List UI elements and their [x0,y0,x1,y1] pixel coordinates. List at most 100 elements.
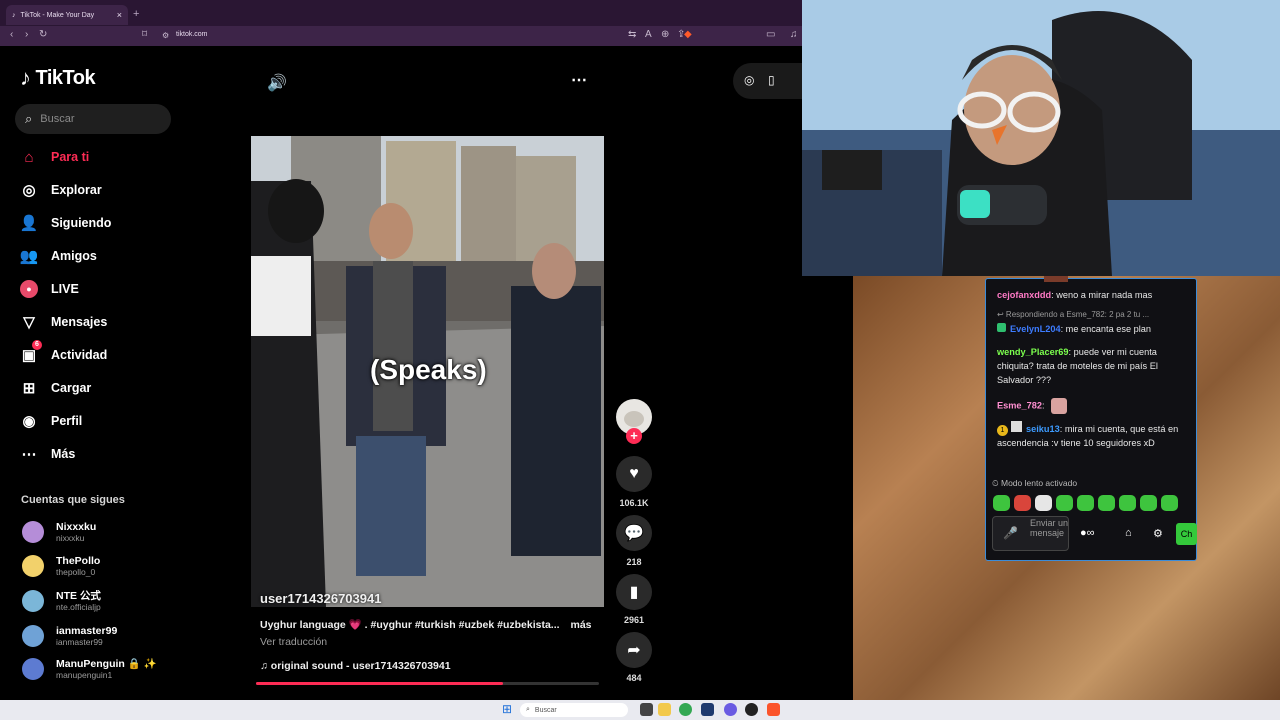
video-username-overlay[interactable]: user1714326703941 [260,591,381,606]
site-info-icon[interactable]: ⚙ [162,31,169,40]
nav-item[interactable]: 👤 Siguiendo [20,210,170,236]
translate-link[interactable]: Ver traducción [260,636,327,648]
translate-icon[interactable]: ⇆ [628,29,636,40]
chat-text: : me encanta ese plan [1060,324,1151,334]
microphone-icon[interactable]: 🎤 [1003,526,1018,540]
followed-account[interactable]: ManuPenguin 🔒 ✨ manupenguin1 [22,654,182,684]
search-icon: ⌕ [25,111,33,126]
followed-account[interactable]: Nixxxku nixxxku [22,517,182,547]
comment-button[interactable]: 💬 [616,515,652,551]
forward-icon[interactable]: › [25,29,28,40]
following-title: Cuentas que sigues [21,494,125,506]
volume-icon[interactable]: 🔊 [267,73,287,93]
nav-item[interactable]: ▣ Actividad 6 [20,340,170,368]
chat-send-button[interactable]: Ch [1176,523,1197,545]
emote-icon[interactable] [1098,495,1115,511]
discord-icon[interactable] [724,703,737,716]
obs-icon[interactable] [745,703,758,716]
nav-item[interactable]: ⋯ Más [20,441,170,467]
chrome-icon[interactable] [679,703,692,716]
account-name: ianmaster99 [56,624,118,637]
emote-icon[interactable] [1035,495,1052,511]
chat-username[interactable]: EvelynL204 [1010,324,1061,334]
nav-item[interactable]: ◎ Explorar [20,177,170,203]
nav-label: Perfil [51,414,83,428]
sidebar-toggle-icon[interactable]: ▭ [766,29,775,40]
avatar [22,658,44,680]
emote-icon[interactable] [1161,495,1178,511]
like-button[interactable]: ♥ [616,456,652,492]
search-input[interactable]: ⌕ Buscar [15,104,171,134]
nav-label: Para ti [51,150,90,164]
emote-icon[interactable] [1077,495,1094,511]
reload-icon[interactable]: ↻ [39,29,47,40]
task-view-icon[interactable] [640,703,653,716]
emote-row [993,495,1183,513]
emote-icon[interactable] [1140,495,1157,511]
account-text: NTE 公式 nte.officialjp [56,590,101,612]
nav-item[interactable]: ● LIVE [20,276,170,302]
chat-username[interactable]: wendy_Placer69 [997,347,1069,357]
points-icon[interactable]: ●∞ [1080,527,1095,539]
avatar [22,590,44,612]
explore-mode-icon[interactable]: ◎ [744,73,754,87]
account-text: ManuPenguin 🔒 ✨ manupenguin1 [56,658,157,680]
more-link[interactable]: más [570,619,591,631]
back-icon[interactable]: ‹ [10,29,13,40]
emote-icon[interactable] [1056,495,1073,511]
emote-icon[interactable] [1119,495,1136,511]
chat-username[interactable]: seiku13 [1026,424,1060,434]
followed-account[interactable]: ThePollo thepollo_0 [22,551,182,581]
settings-gear-icon[interactable]: ⚙ [1153,527,1163,540]
webcam-overlay [802,0,1280,276]
nav-item[interactable]: ▽ Mensajes [20,309,170,335]
account-handle: manupenguin1 [56,669,113,680]
avatar [22,555,44,577]
account-name: ThePollo [56,554,101,567]
brave-icon[interactable] [767,703,780,716]
chat-username[interactable]: cejofanxddd [997,290,1051,300]
nav-item[interactable]: ◉ Perfil [20,408,170,434]
photoshop-icon[interactable] [701,703,714,716]
nav-label: Más [51,447,76,461]
chat-input-placeholder: Enviar un mensaje [1030,518,1069,538]
new-tab-button[interactable]: + [133,8,139,20]
browser-tab[interactable]: ♪ TikTok - Make Your Day × [6,5,128,25]
windows-start-icon[interactable]: ⊞ [502,702,512,716]
followed-account[interactable]: ianmaster99 ianmaster99 [22,621,182,651]
followed-account[interactable]: NTE 公式 nte.officialjp [22,586,182,616]
share-button[interactable]: ➦ [616,632,652,668]
nav-item[interactable]: 👥 Amigos [20,243,170,269]
nav-item[interactable]: ⌂ Para ti [20,144,170,170]
taskbar-search[interactable]: ⌕ Buscar [520,703,628,717]
search-icon: ⌕ [526,706,530,713]
tiktok-logo-icon: ♪ [20,65,31,90]
nav-label: Mensajes [51,315,108,329]
music-icon[interactable]: ♫ [790,29,798,40]
nav-item[interactable]: ⊞ Cargar [20,375,170,401]
close-tab-icon[interactable]: × [117,10,122,20]
upload-icon: ⊞ [22,380,36,397]
emote-icon[interactable] [1014,495,1031,511]
url-text[interactable]: tiktok.com [176,31,208,38]
chat-text: : mira mi cuenta, que está en ascendenci… [997,424,1179,448]
emote-icon[interactable] [993,495,1010,511]
phone-mode-icon[interactable]: ▯ [768,73,775,87]
save-button[interactable]: ▮ [616,574,652,610]
account-handle: ianmaster99 [56,636,103,647]
zoom-icon[interactable]: ⊕ [661,29,669,40]
comment-icon: 💬 [624,525,644,542]
file-explorer-icon[interactable] [658,703,671,716]
nav-label: Cargar [51,381,92,395]
follow-plus-icon[interactable]: + [626,428,642,444]
sound-link[interactable]: ♫ original sound - user1714326703941 [260,660,451,672]
badge-icon [1011,421,1022,432]
tiktok-logo[interactable]: ♪ TikTok [20,65,96,91]
more-options-icon[interactable]: ⋯ [571,70,587,90]
store-icon[interactable]: ⌂ [1125,527,1132,539]
chat-username[interactable]: Esme_782 [997,400,1042,410]
bookmark-icon[interactable]: ⌑ [142,29,147,40]
compass-icon: ◎ [22,182,36,199]
translate-page-icon[interactable]: A [645,29,652,40]
brave-shield-icon[interactable]: ◆ [684,29,692,40]
